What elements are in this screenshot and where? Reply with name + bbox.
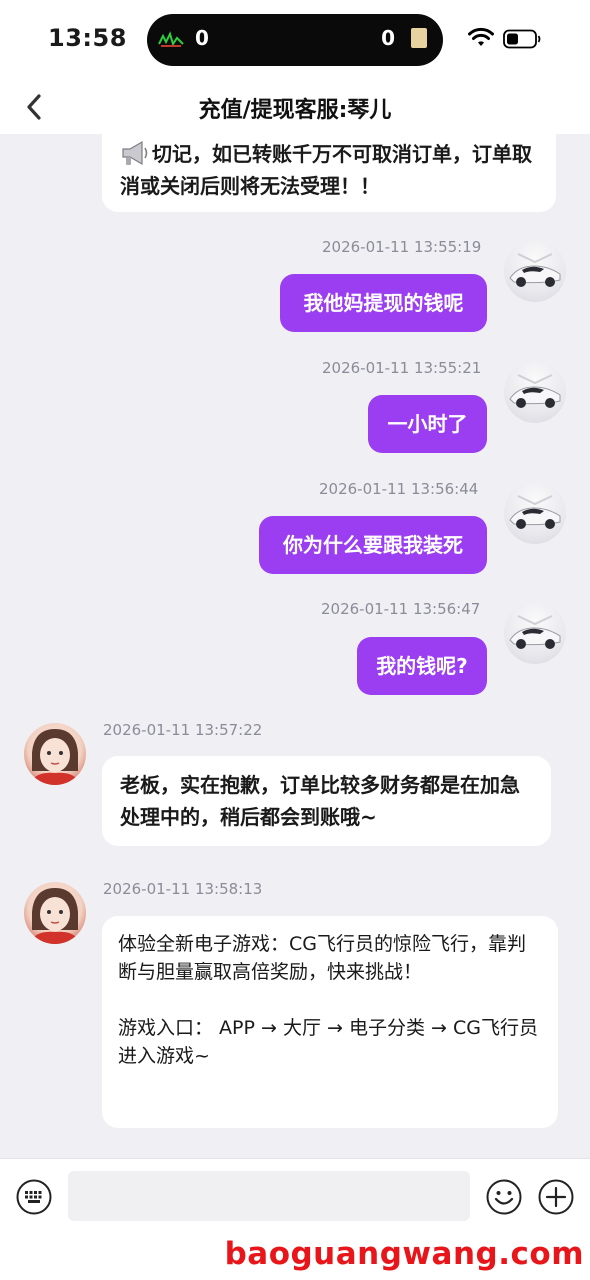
island-right-score: 0 bbox=[381, 26, 395, 50]
agent-avatar[interactable] bbox=[24, 882, 86, 944]
message-timestamp: 2026-01-11 13:55:21 bbox=[322, 359, 482, 377]
message-timestamp: 2026-01-11 13:55:19 bbox=[322, 238, 482, 256]
user-avatar[interactable] bbox=[504, 361, 566, 423]
message-timestamp: 2026-01-11 13:56:47 bbox=[321, 600, 481, 618]
island-right-logo-icon bbox=[411, 28, 427, 48]
outgoing-message-bubble[interactable]: 我的钱呢? bbox=[357, 637, 487, 695]
battery-icon bbox=[503, 29, 541, 49]
user-avatar[interactable] bbox=[504, 482, 566, 544]
message-input[interactable] bbox=[68, 1171, 470, 1221]
megaphone-icon bbox=[122, 140, 148, 166]
outgoing-message-bubble[interactable]: 你为什么要跟我装死 bbox=[259, 516, 487, 574]
navigation-bar: 充值/提现客服:琴儿 bbox=[0, 80, 590, 134]
watermark-area: baoguangwang.com bbox=[0, 1236, 590, 1280]
message-timestamp: 2026-01-11 13:58:13 bbox=[103, 880, 263, 898]
incoming-message-text: 体验全新电子游戏：CG飞行员的惊险飞行，靠判断与胆量赢取高倍奖励，快来挑战！ 游… bbox=[118, 933, 538, 1067]
island-left-logo-icon bbox=[157, 30, 185, 50]
status-bar: 13:58 0 0 bbox=[0, 0, 590, 80]
outgoing-message-bubble[interactable]: 我他妈提现的钱呢 bbox=[280, 274, 487, 332]
incoming-message-bubble[interactable]: 体验全新电子游戏：CG飞行员的惊险飞行，靠判断与胆量赢取高倍奖励，快来挑战！ 游… bbox=[102, 916, 558, 1128]
message-timestamp: 2026-01-11 13:56:44 bbox=[319, 480, 479, 498]
agent-avatar-icon bbox=[30, 888, 80, 944]
agent-avatar-icon bbox=[30, 729, 80, 785]
keyboard-button[interactable] bbox=[16, 1179, 52, 1215]
car-avatar-icon bbox=[509, 495, 561, 529]
user-avatar[interactable] bbox=[504, 602, 566, 664]
message-timestamp: 2026-01-11 13:57:22 bbox=[103, 721, 263, 739]
watermark-text: baoguangwang.com bbox=[224, 1236, 584, 1272]
message-input-bar bbox=[0, 1158, 590, 1236]
emoji-button[interactable] bbox=[486, 1179, 522, 1215]
incoming-message-bubble[interactable]: 老板，实在抱歉，订单比较多财务都是在加急处理中的，稍后都会到账哦~ bbox=[102, 756, 551, 846]
car-avatar-icon bbox=[509, 253, 561, 287]
notice-message-bubble[interactable]: 切记，如已转账千万不可取消订单，订单取消或关闭后则将无法受理！！ bbox=[102, 134, 556, 212]
outgoing-message-bubble[interactable]: 一小时了 bbox=[368, 395, 487, 453]
add-button[interactable] bbox=[538, 1179, 574, 1215]
dynamic-island: 0 0 bbox=[147, 14, 443, 66]
agent-avatar[interactable] bbox=[24, 723, 86, 785]
status-time: 13:58 bbox=[48, 24, 127, 52]
car-avatar-icon bbox=[509, 374, 561, 408]
island-left-score: 0 bbox=[195, 26, 209, 50]
chat-message-list[interactable]: 切记，如已转账千万不可取消订单，订单取消或关闭后则将无法受理！！ 2026-01… bbox=[0, 134, 590, 1158]
notice-message-text: 切记，如已转账千万不可取消订单，订单取消或关闭后则将无法受理！！ bbox=[120, 142, 532, 198]
page-title: 充值/提现客服:琴儿 bbox=[198, 98, 392, 123]
incoming-message-text: 老板，实在抱歉，订单比较多财务都是在加急处理中的，稍后都会到账哦~ bbox=[120, 773, 520, 829]
user-avatar[interactable] bbox=[504, 240, 566, 302]
wifi-icon bbox=[468, 27, 494, 46]
car-avatar-icon bbox=[509, 615, 561, 649]
